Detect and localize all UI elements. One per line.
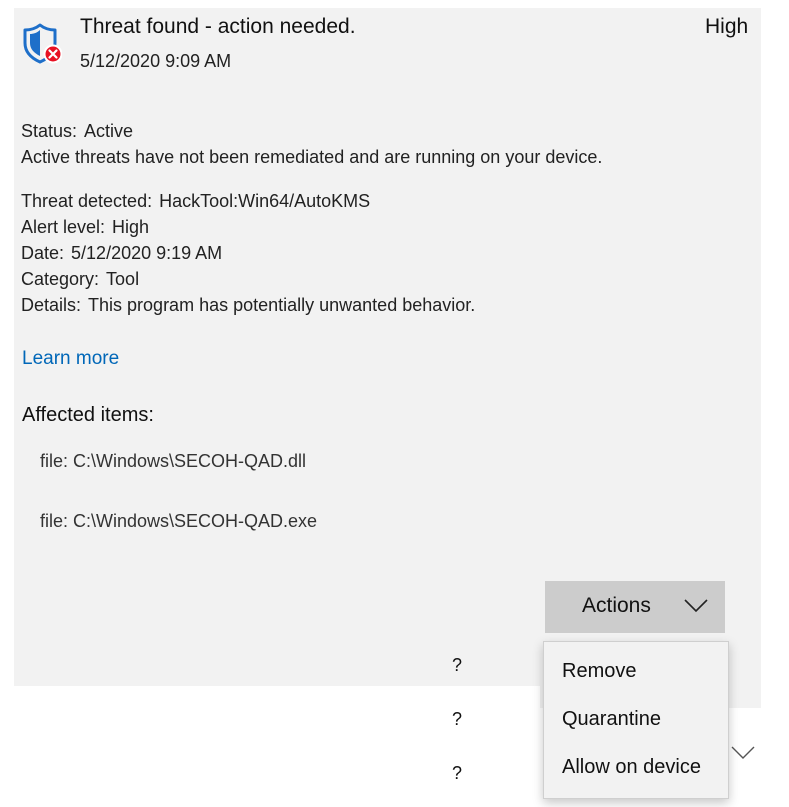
- affected-item: file: C:\Windows\SECOH-QAD.dll: [40, 451, 307, 471]
- status-label: Status:: [21, 121, 78, 141]
- learn-more-link[interactable]: Learn more: [22, 348, 119, 370]
- status-value: Active: [84, 121, 134, 141]
- detail-alert-level: Alert level: High: [21, 217, 149, 238]
- detail-value: This program has potentially unwanted be…: [88, 295, 476, 315]
- alert-timestamp: 5/12/2020 9:09 AM: [80, 51, 232, 71]
- detail-date: Date: 5/12/2020 9:19 AM: [21, 243, 222, 264]
- menu-item-allow-on-device[interactable]: Allow on device: [562, 756, 701, 779]
- detail-label: Date:: [21, 243, 65, 263]
- detail-label: Alert level:: [21, 217, 106, 237]
- alert-title: Threat found - action needed.: [80, 15, 356, 38]
- detail-category: Category: Tool: [21, 269, 139, 290]
- detail-value: HackTool:Win64/AutoKMS: [159, 191, 371, 211]
- background-mark: ?: [452, 655, 463, 675]
- severity-label: High: [705, 15, 749, 38]
- detail-details: Details: This program has potentially unw…: [21, 295, 475, 316]
- background-mark: ?: [452, 763, 463, 783]
- status-line: Status: Active: [21, 121, 133, 142]
- detail-label: Category:: [21, 269, 100, 289]
- actions-menu: Remove Quarantine Allow on device: [543, 641, 729, 799]
- chevron-down-icon: [684, 599, 708, 613]
- affected-item: file: C:\Windows\SECOH-QAD.exe: [40, 511, 318, 531]
- detail-value: Tool: [106, 269, 140, 289]
- menu-item-remove[interactable]: Remove: [562, 660, 636, 683]
- detail-label: Threat detected:: [21, 191, 153, 211]
- background-mark: ?: [452, 709, 463, 729]
- menu-item-quarantine[interactable]: Quarantine: [562, 708, 661, 731]
- actions-label: Actions: [582, 594, 651, 617]
- chevron-down-icon: [731, 746, 755, 759]
- detail-threat: Threat detected: HackTool:Win64/AutoKMS: [21, 191, 370, 212]
- detail-value: High: [112, 217, 150, 237]
- detail-label: Details:: [21, 295, 82, 315]
- error-badge-icon: [43, 44, 63, 64]
- affected-items-heading: Affected items:: [22, 404, 154, 426]
- actions-dropdown-button[interactable]: Actions: [545, 581, 725, 633]
- detail-value: 5/12/2020 9:19 AM: [71, 243, 223, 263]
- status-description: Active threats have not been remediated …: [21, 147, 603, 167]
- shield-icon: [22, 22, 63, 64]
